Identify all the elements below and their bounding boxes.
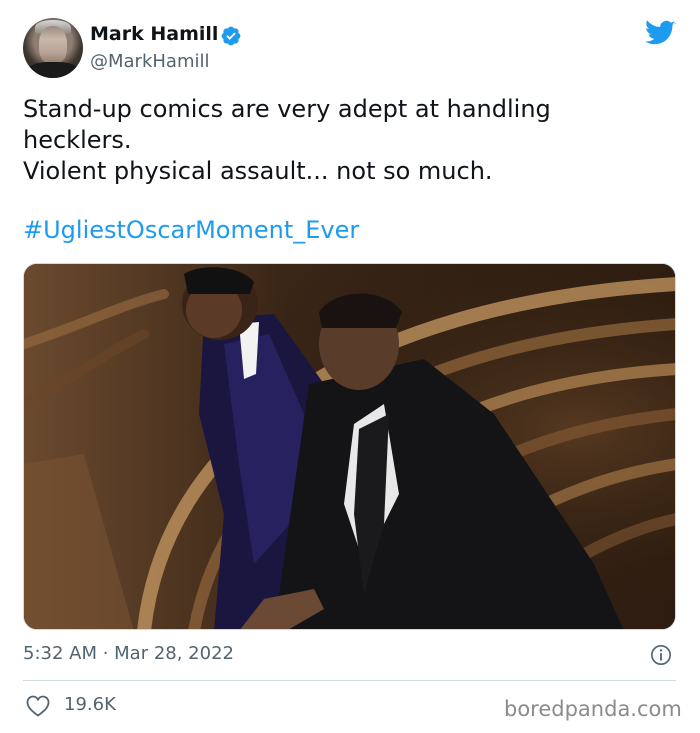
author-handle[interactable]: @MarkHamill (90, 51, 210, 72)
tweet-text-line: hecklers. (23, 126, 132, 154)
twitter-bird-icon[interactable] (645, 20, 676, 47)
tweet-photo[interactable] (23, 263, 676, 630)
verified-badge-icon (221, 26, 241, 46)
info-icon[interactable] (650, 644, 672, 666)
author-avatar[interactable] (23, 18, 83, 78)
tweet-text-line: Violent physical assault... not so much. (23, 157, 493, 185)
footer-divider (23, 680, 676, 681)
avatar-shirt (27, 62, 79, 78)
hashtag-link[interactable]: #UgliestOscarMoment_Ever (23, 216, 359, 244)
tweet-timestamp[interactable]: 5:32 AM · Mar 28, 2022 (23, 643, 234, 664)
like-count: 19.6K (64, 694, 116, 715)
watermark: boredpanda.com (504, 697, 682, 721)
tweet-text-line: Stand-up comics are very adept at handli… (23, 95, 551, 123)
avatar-face (39, 26, 67, 64)
author-name[interactable]: Mark Hamill (90, 23, 218, 45)
oscar-stage-photo (24, 264, 675, 629)
heart-icon[interactable] (26, 695, 50, 717)
tweet-text: Stand-up comics are very adept at handli… (23, 94, 673, 187)
